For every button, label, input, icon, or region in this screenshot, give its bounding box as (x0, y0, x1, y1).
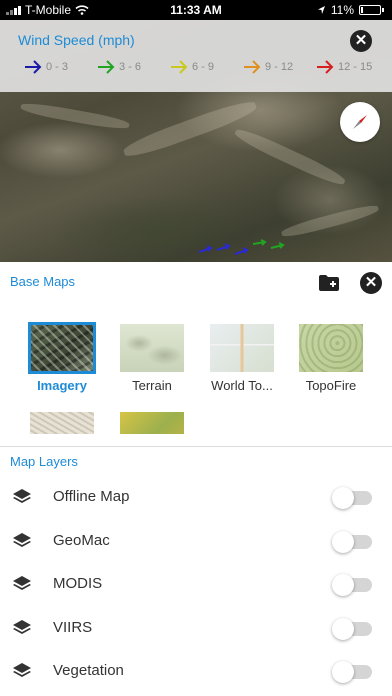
vegetation-toggle[interactable] (332, 661, 372, 683)
legend-item-12-15: 12 - 15 (316, 60, 389, 74)
layer-row-viirs[interactable]: VIIRS (0, 607, 392, 651)
battery-tip (382, 8, 384, 12)
imagery-thumbnail (28, 322, 96, 374)
compass-button[interactable] (340, 102, 380, 142)
wind-arrows-overlay (198, 239, 285, 255)
toggle-knob (332, 617, 354, 640)
geomac-toggle[interactable] (332, 530, 372, 553)
battery-icon (359, 5, 381, 15)
layers-icon (13, 489, 31, 503)
layer-label: Vegetation (53, 662, 124, 679)
world-topo-thumbnail (210, 324, 274, 372)
map-layers-title: Map Layers (10, 454, 78, 469)
legend-title: Wind Speed (mph) (18, 32, 135, 48)
layers-icon (13, 619, 31, 634)
location-arrow-icon (317, 6, 325, 14)
layers-panel: Base Maps ✕ Imagery Terrain World To... … (0, 262, 392, 696)
map-ridge (280, 202, 380, 240)
section-divider (0, 446, 392, 447)
map-ridge (232, 125, 348, 189)
layer-label: Offline Map (53, 488, 130, 505)
legend-close-button[interactable]: ✕ (350, 30, 372, 52)
layers-icon (13, 532, 31, 547)
arrow-right-icon (317, 60, 334, 74)
base-maps-title: Base Maps (10, 274, 76, 289)
battery-percent: 11% (330, 3, 354, 17)
terrain-thumbnail (120, 324, 184, 372)
legend-items: 0 - 3 3 - 6 6 - 9 9 - 12 12 - 15 (24, 60, 389, 74)
basemap-imagery[interactable]: Imagery (17, 322, 107, 393)
toggle-knob (332, 661, 354, 683)
basemap-terrain[interactable]: Terrain (107, 324, 197, 393)
topofire-thumbnail (299, 324, 363, 372)
legend-item-6-9: 6 - 9 (170, 60, 243, 74)
layers-icon (13, 663, 31, 677)
basemap-thumbnail (120, 412, 184, 434)
basemap-item-partial[interactable] (107, 412, 197, 434)
layers-icon (13, 576, 31, 590)
arrow-right-icon (244, 60, 261, 74)
viirs-toggle[interactable] (332, 617, 372, 640)
layer-row-modis[interactable]: MODIS (0, 563, 392, 607)
layer-row-geomac[interactable]: GeoMac (0, 520, 392, 564)
map-ridge (19, 100, 131, 132)
layer-row-offline-map[interactable]: Offline Map (0, 476, 392, 520)
layer-row-vegetation[interactable]: Vegetation (0, 650, 392, 694)
toggle-knob (332, 574, 354, 596)
panel-close-button[interactable]: ✕ (360, 272, 382, 294)
legend-item-0-3: 0 - 3 (24, 60, 97, 74)
basemap-thumbnail (30, 412, 94, 434)
status-bar: T-Mobile 11:33 AM 11% (0, 0, 392, 20)
map-layers-list: Offline Map GeoMac MODIS VIIRS Vegetatio… (0, 476, 392, 694)
legend-item-3-6: 3 - 6 (97, 60, 170, 74)
layer-label: GeoMac (53, 531, 110, 549)
wind-speed-legend: Wind Speed (mph) ✕ 0 - 3 3 - 6 6 - 9 9 -… (0, 20, 392, 92)
layer-label: MODIS (53, 575, 103, 592)
compass-icon (353, 115, 367, 129)
modis-toggle[interactable] (332, 574, 372, 596)
layer-label: VIIRS (53, 618, 93, 636)
basemap-topofire[interactable]: TopoFire (286, 324, 376, 393)
arrow-right-icon (25, 60, 42, 74)
basemap-world-topo[interactable]: World To... (197, 324, 287, 393)
offline-map-toggle[interactable] (332, 487, 372, 509)
toggle-knob (332, 530, 354, 553)
legend-item-9-12: 9 - 12 (243, 60, 316, 74)
toggle-knob (332, 487, 354, 509)
add-folder-icon[interactable] (318, 274, 340, 292)
arrow-right-icon (98, 60, 115, 74)
arrow-right-icon (171, 60, 188, 74)
basemap-item-partial[interactable] (17, 412, 107, 434)
